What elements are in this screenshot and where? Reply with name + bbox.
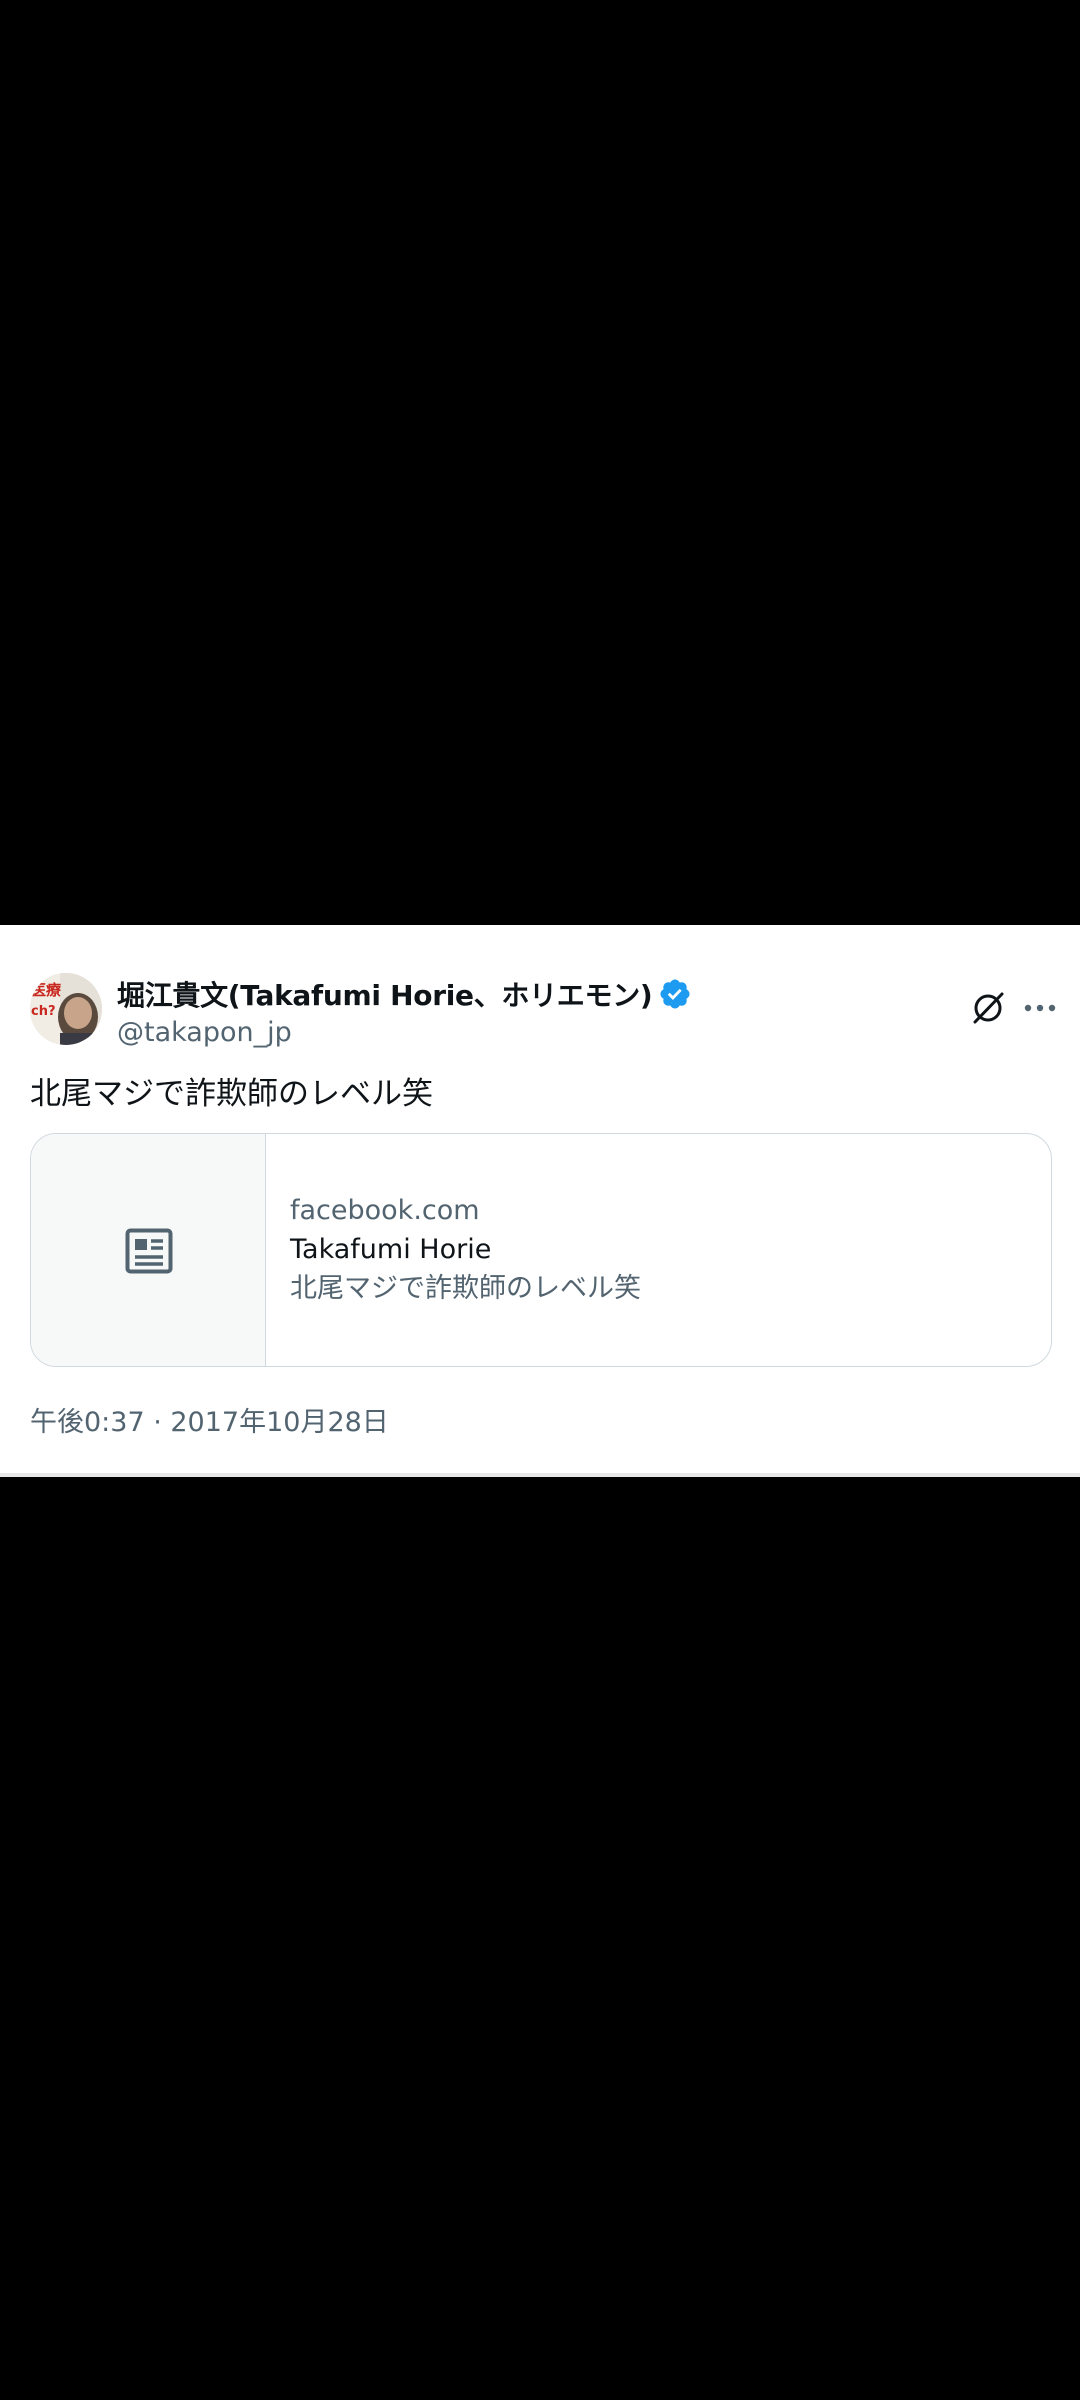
tweet-header: 医療 ch? 堀江貴文(Takafumi Horie、ホリエモン) @takap… xyxy=(30,973,1056,1053)
svg-text:医療: 医療 xyxy=(31,981,62,999)
tweet-timestamp[interactable]: 午後0:37 · 2017年10月28日 xyxy=(30,1400,389,1439)
grok-icon[interactable] xyxy=(969,989,1007,1027)
tweet-card[interactable]: 医療 ch? 堀江貴文(Takafumi Horie、ホリエモン) @takap… xyxy=(0,925,1080,1473)
link-domain: facebook.com xyxy=(290,1195,480,1226)
verified-badge-icon xyxy=(658,977,692,1011)
display-name-row: 堀江貴文(Takafumi Horie、ホリエモン) xyxy=(117,973,692,1015)
more-options-icon[interactable] xyxy=(1020,995,1060,1021)
link-info: facebook.com Takafumi Horie 北尾マジで詐欺師のレベル… xyxy=(290,1192,641,1308)
svg-text:ch?: ch? xyxy=(31,1004,56,1019)
link-thumbnail xyxy=(31,1134,266,1366)
link-description: 北尾マジで詐欺師のレベル笑 xyxy=(290,1273,641,1304)
screen: 医療 ch? 堀江貴文(Takafumi Horie、ホリエモン) @takap… xyxy=(0,0,1080,2400)
author-info: 堀江貴文(Takafumi Horie、ホリエモン) @takapon_jp xyxy=(117,973,692,1048)
news-article-icon xyxy=(125,1228,173,1274)
display-name[interactable]: 堀江貴文(Takafumi Horie、ホリエモン) xyxy=(117,974,653,1014)
tweet-text: 北尾マジで詐欺師のレベル笑 xyxy=(30,1076,433,1112)
link-preview-card[interactable]: facebook.com Takafumi Horie 北尾マジで詐欺師のレベル… xyxy=(30,1133,1052,1367)
link-title: Takafumi Horie xyxy=(290,1234,492,1265)
avatar[interactable]: 医療 ch? xyxy=(30,973,102,1045)
card-bottom-divider xyxy=(0,1473,1080,1477)
handle[interactable]: @takapon_jp xyxy=(117,1017,692,1048)
